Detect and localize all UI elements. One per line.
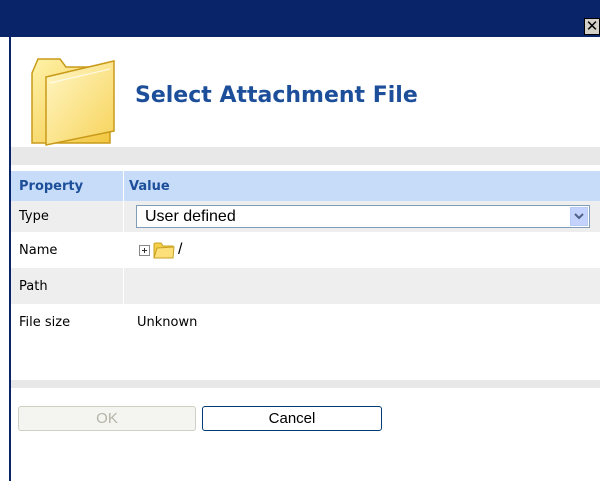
separator-top [11, 147, 600, 165]
expand-icon[interactable] [139, 244, 150, 256]
name-cell: / [124, 232, 600, 268]
property-table: Property Value Type User defined Name / … [11, 171, 600, 340]
type-cell: User defined [124, 201, 600, 232]
close-icon: ✕ [585, 17, 599, 35]
table-header-row: Property Value [11, 171, 600, 201]
table-row-path: Path [11, 268, 600, 304]
table-row-name: Name / [11, 232, 600, 268]
header-value: Value [129, 178, 170, 194]
small-folder-icon [153, 242, 175, 259]
window-frame-left [0, 37, 11, 481]
separator-bottom [11, 380, 600, 388]
type-select-value: User defined [145, 207, 236, 225]
path-value [124, 268, 600, 304]
cancel-button[interactable]: Cancel [202, 406, 382, 431]
table-row-type: Type User defined [11, 201, 600, 232]
type-label: Type [11, 201, 124, 232]
name-value[interactable]: / [178, 241, 182, 259]
folder-icon [31, 58, 115, 146]
ok-button[interactable]: OK [18, 406, 196, 431]
dialog-content: Select Attachment File Property Value Ty… [11, 37, 600, 481]
chevron-down-icon[interactable] [570, 207, 588, 226]
close-button[interactable]: ✕ [584, 18, 600, 35]
window-titlebar: ✕ [0, 0, 600, 37]
file-size-label: File size [19, 314, 71, 330]
file-size-value: Unknown [137, 314, 198, 330]
name-label: Name [19, 242, 58, 258]
path-label: Path [11, 268, 124, 304]
header-property: Property [11, 171, 124, 201]
dialog-title: Select Attachment File [135, 83, 418, 108]
type-select[interactable]: User defined [136, 205, 590, 228]
table-row-file-size: File size Unknown [11, 304, 600, 340]
